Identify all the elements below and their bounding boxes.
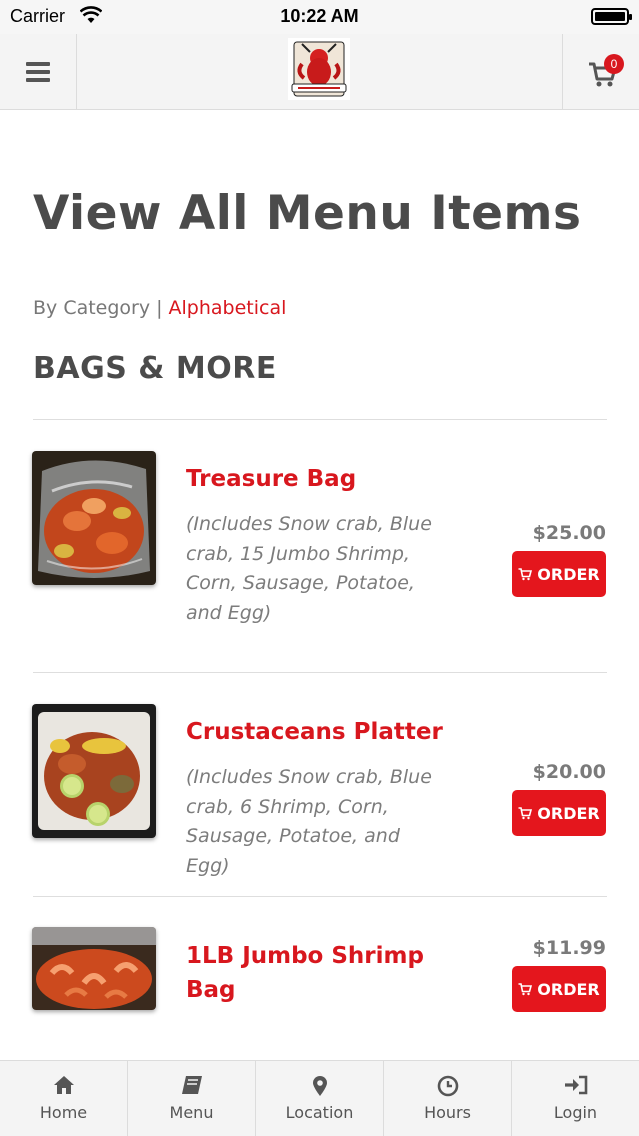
tab-menu[interactable]: Menu [128,1061,256,1136]
item-price: $20.00 [532,761,606,783]
sort-by-category-link[interactable]: By Category [33,297,150,319]
section-title: BAGS & MORE [33,351,277,386]
cart-icon [518,806,533,819]
order-label: ORDER [537,564,600,584]
menu-content: View All Menu Items By Category | Alphabet… [0,110,639,1060]
sort-alphabetical-link[interactable]: Alphabetical [169,297,287,319]
battery-icon [591,8,632,25]
item-description: (Includes Snow crab, Blue crab, 6 Shrimp… [186,766,432,877]
tab-login[interactable]: Login [512,1061,639,1136]
item-name[interactable]: 1LB Jumbo Shrimp Bag [186,939,446,1007]
divider [33,419,607,420]
item-description: (Includes Snow crab, Blue crab, 15 Jumbo… [186,513,432,624]
order-label: ORDER [537,979,600,999]
cart-icon [518,982,533,995]
sort-options: By Category | Alphabetical [33,297,286,319]
item-photo[interactable] [32,451,156,585]
cart-count-badge: 0 [604,54,624,74]
divider [33,896,607,897]
bottom-tabbar: Home Menu Location Hours Login [0,1060,639,1136]
tab-location[interactable]: Location [256,1061,384,1136]
book-icon [128,1075,255,1099]
order-label: ORDER [537,803,600,823]
clock-time: 10:22 AM [280,6,359,26]
home-icon [0,1075,127,1099]
cart-button[interactable]: 0 [562,34,639,109]
item-price: $11.99 [532,937,606,959]
item-photo[interactable] [32,927,156,1010]
tab-label: Home [39,1103,88,1122]
order-button[interactable]: ORDER [512,790,606,836]
tab-home[interactable]: Home [0,1061,128,1136]
item-price: $25.00 [532,522,606,544]
sign-in-icon [512,1075,639,1099]
sort-separator: | [156,297,163,319]
order-button[interactable]: ORDER [512,551,606,597]
tab-label: Location [285,1103,354,1122]
tab-label: Login [553,1103,598,1122]
page-title: View All Menu Items [33,186,582,241]
tab-label: Hours [424,1103,471,1122]
cart-icon [518,567,533,580]
menu-button[interactable] [0,34,77,109]
tab-label: Menu [169,1103,214,1122]
restaurant-logo[interactable] [288,38,350,100]
item-name[interactable]: Treasure Bag [186,462,446,496]
tab-hours[interactable]: Hours [384,1061,512,1136]
hamburger-icon [26,61,50,82]
map-pin-icon [256,1075,383,1099]
top-navbar: 0 [0,34,639,110]
item-photo[interactable] [32,704,156,838]
status-bar: Carrier 10:22 AM [0,0,639,34]
order-button[interactable]: ORDER [512,966,606,1012]
item-name[interactable]: Crustaceans Platter [186,715,446,749]
divider [33,672,607,673]
clock-icon [384,1075,511,1099]
